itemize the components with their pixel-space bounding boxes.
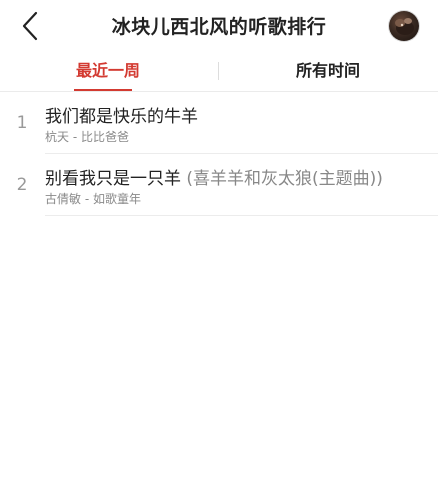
row-divider <box>45 215 438 216</box>
meta-separator: - <box>84 192 93 206</box>
user-avatar[interactable] <box>389 11 419 41</box>
song-alias: (喜羊羊和灰太狼(主题曲)) <box>186 169 383 189</box>
tab-all-time[interactable]: 所有时间 <box>278 52 378 90</box>
song-title-line: 我们都是快乐的牛羊 <box>45 102 428 127</box>
song-rank: 2 <box>16 175 28 195</box>
list-item[interactable]: 1 我们都是快乐的牛羊 杭天 - 比比爸爸 <box>0 92 438 154</box>
top-bar: 冰块儿西北风的听歌排行 <box>0 0 438 52</box>
song-meta: 古倩敏 - 如歌童年 <box>45 190 141 207</box>
song-album: 如歌童年 <box>93 192 142 206</box>
page-title: 冰块儿西北风的听歌排行 <box>111 16 327 38</box>
song-artist: 古倩敏 <box>45 192 82 206</box>
song-title-line: 别看我只是一只羊 (喜羊羊和灰太狼(主题曲)) <box>45 164 428 189</box>
tab-recent-week[interactable]: 最近一周 <box>58 52 158 90</box>
song-rank: 1 <box>16 113 28 133</box>
meta-separator: - <box>72 130 81 144</box>
song-title: 别看我只是一只羊 <box>45 169 181 189</box>
song-meta: 杭天 - 比比爸爸 <box>45 128 129 145</box>
tab-divider <box>218 62 219 80</box>
tab-bar: 最近一周 所有时间 <box>0 52 438 92</box>
song-album: 比比爸爸 <box>81 130 130 144</box>
song-artist: 杭天 <box>45 130 70 144</box>
list-item[interactable]: 2 别看我只是一只羊 (喜羊羊和灰太狼(主题曲)) 古倩敏 - 如歌童年 <box>0 154 438 216</box>
song-ranking-list: 1 我们都是快乐的牛羊 杭天 - 比比爸爸 2 别看我只是一只羊 (喜羊羊和灰太… <box>0 92 438 216</box>
avatar-image <box>395 18 414 35</box>
song-title: 我们都是快乐的牛羊 <box>45 107 198 127</box>
